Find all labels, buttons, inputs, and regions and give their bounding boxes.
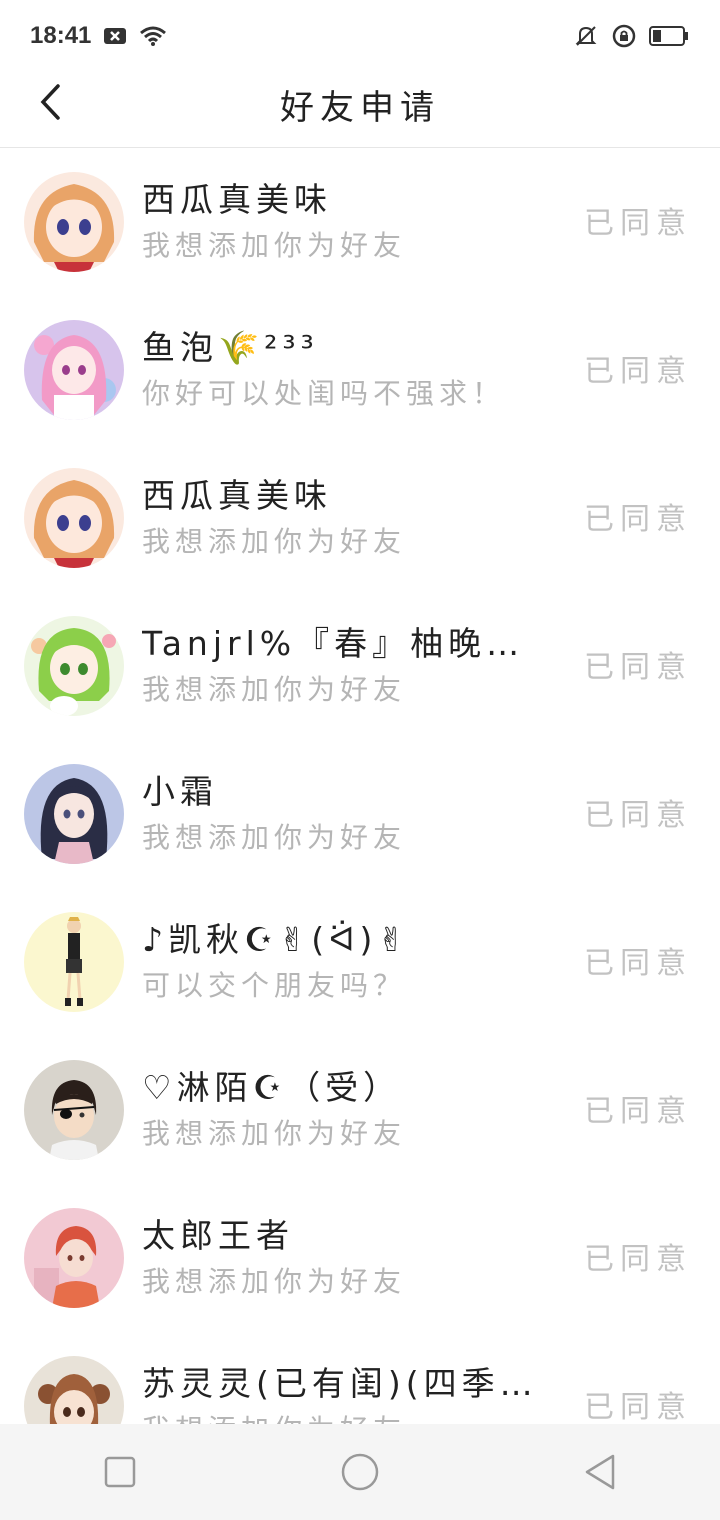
friend-request-row[interactable]: 鱼泡🌾²³³ 你好可以处闺吗不强求！ 已同意: [0, 296, 720, 444]
status-label: 已同意: [584, 1390, 692, 1424]
back-triangle-icon: [585, 1454, 615, 1490]
friend-request-row[interactable]: ♪凯秋☪✌(ᐛ)✌ 可以交个朋友吗？ 已同意: [0, 888, 720, 1036]
silent-bell-icon: [572, 22, 600, 50]
avatar[interactable]: [24, 912, 124, 1012]
requester-name: ♡淋陌☪（受）: [142, 1068, 402, 1107]
status-time: 18:41: [30, 22, 92, 49]
status-label: 已同意: [584, 206, 692, 241]
status-bar: 18:41: [0, 0, 720, 72]
avatar[interactable]: [24, 320, 124, 420]
page-title: 好友申请: [280, 88, 440, 128]
status-label: 已同意: [584, 1094, 692, 1129]
friend-request-row[interactable]: 太郎王者 我想添加你为好友 已同意: [0, 1184, 720, 1332]
system-nav-bar: [0, 1424, 720, 1520]
battery-icon: [648, 22, 690, 50]
request-message: 我想添加你为好友: [142, 673, 407, 706]
avatar[interactable]: [24, 764, 124, 864]
requester-name: Tanjrl%『春』柚晚要…: [142, 624, 552, 663]
status-label: 已同意: [584, 502, 692, 537]
avatar[interactable]: [24, 616, 124, 716]
recents-button[interactable]: [90, 1442, 150, 1502]
header: 好友申请: [0, 72, 720, 148]
status-label: 已同意: [584, 1242, 692, 1277]
requester-name: ♪凯秋☪✌(ᐛ)✌: [142, 920, 411, 959]
recents-square-icon: [104, 1456, 136, 1488]
requester-name: 鱼泡🌾²³³: [142, 328, 319, 367]
status-label: 已同意: [584, 798, 692, 833]
wifi-icon: [139, 22, 167, 50]
requester-name: 西瓜真美味: [142, 180, 332, 219]
friend-request-row[interactable]: 苏灵灵(已有闺)(四季… 我想添加你为好友 已同意: [0, 1332, 720, 1424]
friend-request-row[interactable]: ♡淋陌☪（受） 我想添加你为好友 已同意: [0, 1036, 720, 1184]
back-nav-button[interactable]: [570, 1442, 630, 1502]
friend-request-row[interactable]: Tanjrl%『春』柚晚要… 我想添加你为好友 已同意: [0, 592, 720, 740]
friend-request-row[interactable]: 小霜 我想添加你为好友 已同意: [0, 740, 720, 888]
avatar[interactable]: [24, 1060, 124, 1160]
request-message: 我想添加你为好友: [142, 229, 407, 262]
request-message: 我想添加你为好友: [142, 1265, 407, 1298]
status-label: 已同意: [584, 946, 692, 981]
requester-name: 小霜: [142, 772, 218, 811]
requester-name: 苏灵灵(已有闺)(四季…: [142, 1364, 538, 1403]
requester-name: 西瓜真美味: [142, 476, 332, 515]
home-circle-icon: [341, 1453, 379, 1491]
lock-rotation-icon: [610, 22, 638, 50]
request-message: 我想添加你为好友: [142, 1117, 407, 1150]
home-button[interactable]: [330, 1442, 390, 1502]
avatar[interactable]: [24, 468, 124, 568]
status-label: 已同意: [584, 650, 692, 685]
request-message: 我想添加你为好友: [142, 525, 407, 558]
avatar[interactable]: [24, 172, 124, 272]
request-message: 我想添加你为好友: [142, 821, 407, 854]
status-label: 已同意: [584, 354, 692, 389]
request-message: 可以交个朋友吗？: [142, 969, 407, 1002]
friend-request-list[interactable]: 西瓜真美味 我想添加你为好友 已同意 鱼泡🌾²³³ 你好可以处闺吗不强求！ 已同…: [0, 148, 720, 1424]
requester-name: 太郎王者: [142, 1216, 294, 1255]
request-message: 我想添加你为好友: [142, 1410, 552, 1424]
friend-request-row[interactable]: 西瓜真美味 我想添加你为好友 已同意: [0, 444, 720, 592]
x-notification-icon: [101, 22, 129, 50]
friend-request-row[interactable]: 西瓜真美味 我想添加你为好友 已同意: [0, 148, 720, 296]
avatar[interactable]: [24, 1208, 124, 1308]
request-message: 你好可以处闺吗不强求！: [142, 377, 506, 410]
avatar[interactable]: [24, 1356, 124, 1424]
